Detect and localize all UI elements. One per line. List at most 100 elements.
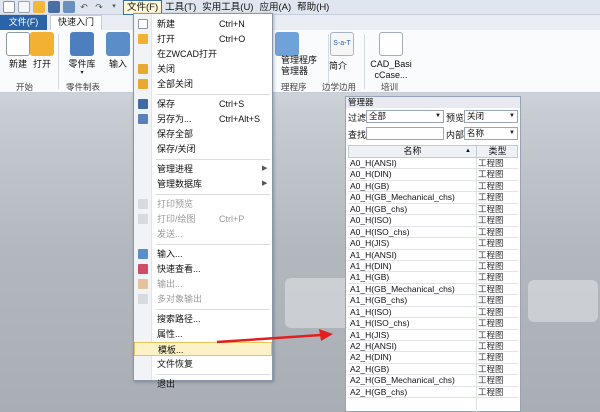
import-icon xyxy=(138,249,148,259)
menu-apps[interactable]: 应用(A) xyxy=(256,1,294,14)
table-row[interactable]: A0_H(ISO_chs) 工程图 xyxy=(348,226,518,239)
table-row[interactable]: A2_H(GB_Mechanical_chs) 工程图 xyxy=(348,375,518,387)
tab-quick-start[interactable]: 快速入门 xyxy=(50,15,102,30)
menu-item-save[interactable]: 保存 Ctrl+S xyxy=(134,97,272,111)
template-name: A2_H(GB_Mechanical_chs) xyxy=(350,375,455,386)
menu-item-close[interactable]: 关闭 xyxy=(134,62,272,76)
redo-icon[interactable]: ↷ xyxy=(93,1,105,13)
template-name: A1_H(ISO_chs) xyxy=(350,318,410,329)
parts-library-label: 零件库 xyxy=(68,59,96,69)
group-training: 培训 xyxy=(381,82,399,92)
import-button[interactable]: 输入 xyxy=(104,32,132,70)
template-name: A1_H(GB) xyxy=(350,272,390,283)
table-row[interactable]: A1_H(GB) 工程图 xyxy=(348,272,518,284)
template-type: 工程图 xyxy=(478,203,504,214)
quick-view-icon xyxy=(138,264,148,274)
table-row[interactable]: A0_H(DIN) 工程图 xyxy=(348,169,518,181)
menu-item-print[interactable]: 打印/绘图 Ctrl+P xyxy=(134,212,272,226)
menu-item-file-recovery[interactable]: 文件恢复 xyxy=(134,357,272,371)
column-header-type[interactable]: 类型 xyxy=(477,146,518,157)
preview-label: 预览 xyxy=(446,113,465,123)
save-quick-icon[interactable] xyxy=(48,1,60,13)
group-start: 开始 xyxy=(16,82,34,92)
menu-item-open[interactable]: 打开 Ctrl+O xyxy=(134,32,272,46)
template-type: 工程图 xyxy=(478,386,504,397)
menu-item-manage-process[interactable]: 管理进程 ▶ xyxy=(134,162,272,176)
table-row[interactable]: A1_H(ISO_chs) 工程图 xyxy=(348,318,518,330)
save-icon xyxy=(138,99,148,109)
intro-button[interactable]: S-a-T xyxy=(322,32,362,59)
open-button[interactable]: 打开 xyxy=(26,32,58,70)
table-row[interactable]: A1_H(DIN) 工程图 xyxy=(348,261,518,273)
table-row[interactable]: A2_H(DIN) 工程图 xyxy=(348,352,518,364)
menu-item-save-close[interactable]: 保存/关闭 xyxy=(134,142,272,156)
menu-item-save-as[interactable]: 另存为... Ctrl+Alt+S xyxy=(134,112,272,126)
template-name: A0_H(GB) xyxy=(350,180,390,191)
menu-item-exit[interactable]: 退出 xyxy=(134,377,272,391)
submenu-arrow-icon: ▶ xyxy=(262,165,268,172)
filter-label: 过滤 xyxy=(348,113,367,123)
submenu-arrow-icon: ▶ xyxy=(262,180,268,187)
table-row[interactable]: A2_H(GB_chs) 工程图 xyxy=(348,386,518,399)
table-row[interactable]: A1_H(JIS) 工程图 xyxy=(348,330,518,341)
template-name: A2_H(GB) xyxy=(350,363,390,374)
table-row[interactable]: A0_H(GB_Mechanical_chs) 工程图 xyxy=(348,192,518,204)
table-row[interactable]: A1_H(ISO) 工程图 xyxy=(348,306,518,319)
table-row[interactable]: A2_H(GB) 工程图 xyxy=(348,363,518,376)
intro-label: 简介 xyxy=(329,61,348,71)
open-quick-icon[interactable] xyxy=(33,1,45,13)
table-row[interactable]: A0_H(ANSI) 工程图 xyxy=(348,158,518,170)
menu-item-send[interactable]: 发送... xyxy=(134,227,272,241)
template-type: 工程图 xyxy=(478,169,504,180)
print-icon xyxy=(138,214,148,224)
customize-icon[interactable]: ▾ xyxy=(108,1,120,13)
preview-select[interactable]: 关闭 ▼ xyxy=(464,110,518,123)
table-row[interactable]: A1_H(ANSI) 工程图 xyxy=(348,250,518,261)
saveas-quick-icon[interactable] xyxy=(63,1,75,13)
template-name: A1_H(ANSI) xyxy=(350,249,397,260)
table-row[interactable]: A0_H(JIS) 工程图 xyxy=(348,238,518,250)
table-row[interactable]: A2_H(ANSI) 工程图 xyxy=(348,341,518,353)
cad-basic-icon xyxy=(379,32,403,56)
chevron-down-icon: ▼ xyxy=(509,113,515,119)
table-row[interactable]: A0_H(GB) 工程图 xyxy=(348,180,518,193)
parts-library-button[interactable]: 零件库 ▾ xyxy=(64,32,100,76)
menu-item-print-preview[interactable]: 打印预览 xyxy=(134,197,272,211)
sort-arrow-icon: ▲ xyxy=(465,148,471,154)
template-type: 工程图 xyxy=(478,283,504,294)
menu-item-multi-export[interactable]: 多对象输出 xyxy=(134,292,272,306)
dropdown-arrow-icon: ▾ xyxy=(80,70,84,76)
table-row[interactable]: A0_H(GB_chs) 工程图 xyxy=(348,203,518,216)
search-row: 查找 内部 名称 ▼ xyxy=(346,126,520,141)
template-type: 工程图 xyxy=(478,192,504,203)
menu-tools[interactable]: 工具(T) xyxy=(162,1,199,14)
filter-select[interactable]: 全部 ▼ xyxy=(366,110,444,123)
template-name: A0_H(JIS) xyxy=(350,238,390,249)
inner-select[interactable]: 名称 ▼ xyxy=(464,127,518,140)
cad-basic-button[interactable]: CAD_Basi cCase... xyxy=(368,32,414,81)
menu-item-save-all[interactable]: 保存全部 xyxy=(134,127,272,141)
table-row[interactable]: A1_H(GB_chs) 工程图 xyxy=(348,295,518,307)
tab-file[interactable]: 文件(F) xyxy=(0,15,47,30)
template-list: A0_H(ANSI) 工程图 A0_H(DIN) 工程图 A0_H(GB) 工程图 A0_H… xyxy=(348,158,518,412)
undo-icon[interactable]: ↶ xyxy=(78,1,90,13)
template-name: A0_H(ISO_chs) xyxy=(350,226,410,237)
menu-item-open-in-zwcad[interactable]: 在ZWCAD打开 xyxy=(134,47,272,61)
new-quick-icon[interactable] xyxy=(18,1,30,13)
menu-item-search-path[interactable]: 搜索路径... xyxy=(134,312,272,326)
group-learn: 边学边用 xyxy=(322,82,357,92)
template-name: A1_H(ISO) xyxy=(350,306,392,317)
menu-help[interactable]: 帮助(H) xyxy=(294,1,332,14)
table-row[interactable]: A0_H(ISO) 工程图 xyxy=(348,215,518,227)
column-header-name[interactable]: 名称 xyxy=(349,146,477,157)
menu-item-quick-view[interactable]: 快速查看... xyxy=(134,262,272,276)
menu-item-new[interactable]: 新建 Ctrl+N xyxy=(134,17,272,31)
cad-basic-label: CAD_Basi xyxy=(370,59,412,69)
menu-item-close-all[interactable]: 全部关闭 xyxy=(134,77,272,91)
menu-item-export[interactable]: 输出... xyxy=(134,277,272,291)
menu-utilities[interactable]: 实用工具(U) xyxy=(199,1,256,14)
search-input[interactable] xyxy=(366,127,444,140)
table-row[interactable]: A1_H(GB_Mechanical_chs) 工程图 xyxy=(348,283,518,296)
menu-item-import[interactable]: 输入... xyxy=(134,247,272,261)
menu-item-manage-database[interactable]: 管理数据库 ▶ xyxy=(134,177,272,191)
